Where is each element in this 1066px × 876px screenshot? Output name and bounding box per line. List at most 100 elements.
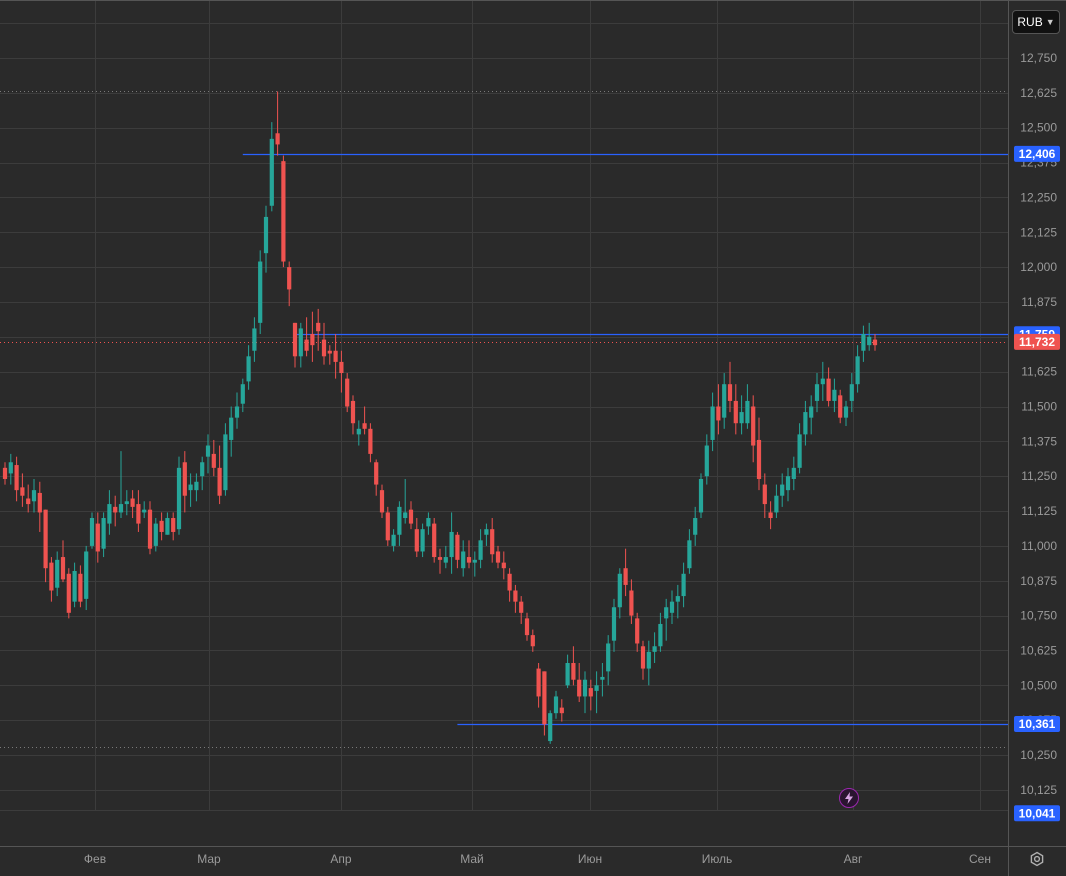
candle-body	[194, 481, 199, 491]
candle-body	[524, 618, 530, 636]
candle-body	[211, 453, 216, 468]
time-axis-label: Фев	[84, 852, 106, 866]
time-axis-label: Июль	[702, 852, 733, 866]
candle-body	[414, 529, 419, 552]
candle	[861, 325, 866, 362]
candle	[600, 662, 605, 697]
candle-body	[31, 490, 37, 502]
candle	[472, 551, 477, 577]
candle-body	[669, 601, 675, 613]
currency-label: RUB	[1017, 15, 1043, 29]
candle	[420, 523, 425, 558]
candle-body	[466, 557, 472, 563]
level-price-tag: 10,041	[1014, 805, 1060, 822]
candle-body	[681, 573, 686, 597]
price-axis-label: 12,750	[1020, 51, 1057, 65]
candle	[838, 389, 843, 424]
candle	[640, 640, 646, 680]
candle	[310, 311, 315, 362]
candle-body	[298, 328, 303, 357]
candle	[536, 662, 541, 708]
candle	[768, 501, 773, 530]
candle-body	[275, 133, 280, 145]
candle-body	[240, 384, 245, 404]
candle-body	[739, 412, 744, 424]
candle-body	[374, 462, 379, 485]
candle-body	[606, 643, 611, 672]
candle-body	[188, 484, 193, 491]
candle	[78, 565, 83, 608]
candle-body	[600, 676, 605, 680]
candle	[246, 345, 251, 390]
horizontal-levels[interactable]	[242, 153, 1008, 726]
time-axis-label: Апр	[330, 852, 352, 866]
candle	[855, 345, 860, 393]
candle-body	[385, 512, 390, 541]
time-axis-label: Май	[460, 852, 484, 866]
candle-body	[350, 400, 356, 424]
candle-body	[710, 406, 715, 440]
event-marker-button[interactable]	[839, 788, 859, 808]
candle-body	[37, 492, 42, 513]
candle-body	[571, 662, 576, 680]
candle-body	[530, 635, 535, 647]
candle	[797, 423, 802, 474]
candle	[646, 640, 651, 686]
candle-body	[664, 607, 669, 619]
candle	[698, 473, 704, 519]
candle	[84, 545, 89, 611]
candle	[611, 598, 617, 652]
candle-body	[838, 395, 843, 418]
candle	[530, 629, 535, 652]
currency-selector-button[interactable]: RUB ▼	[1012, 10, 1060, 34]
candle	[495, 545, 501, 569]
candle-body	[182, 462, 187, 496]
candle-body	[49, 562, 54, 591]
chart-settings-button[interactable]	[1026, 848, 1048, 870]
candle-body	[716, 406, 721, 421]
candle	[449, 512, 454, 574]
level-price-tag: 10,361	[1014, 716, 1060, 733]
candle	[252, 317, 257, 362]
candle	[716, 384, 721, 435]
candle	[223, 423, 228, 496]
candle-body	[861, 334, 866, 351]
candle	[658, 612, 663, 652]
candle-body	[623, 568, 628, 585]
candle	[501, 551, 506, 580]
candle-body	[14, 465, 19, 491]
candle-body	[490, 529, 495, 555]
candle-body	[165, 518, 170, 535]
candle	[565, 654, 570, 689]
candle-body	[118, 504, 124, 513]
candle-body	[269, 138, 274, 206]
candle	[751, 395, 756, 463]
candle-body	[258, 261, 263, 323]
candle-body	[432, 523, 437, 558]
candle	[339, 350, 344, 393]
candle-body	[89, 518, 95, 546]
candle-body	[234, 406, 240, 418]
candle-body	[675, 596, 680, 602]
price-axis-label: 10,125	[1020, 783, 1057, 797]
candle-body	[420, 529, 425, 552]
candle	[403, 478, 408, 524]
candle-body	[797, 434, 802, 468]
price-axis-label: 12,125	[1020, 225, 1057, 239]
candle-body	[849, 384, 854, 401]
price-axis-label: 10,250	[1020, 748, 1057, 762]
time-axis[interactable]: Фев Мар Апр Май Июн Июль Авг Сен	[84, 852, 991, 866]
price-chart[interactable]: 12,750 12,625 12,500 12,375 12,250 12,125 12,0…	[0, 0, 1066, 876]
candle-body	[2, 467, 8, 479]
candle-body	[171, 518, 176, 532]
candle	[681, 562, 686, 608]
candle	[118, 451, 124, 519]
candle-body	[635, 618, 640, 644]
candle	[809, 395, 814, 435]
candle-body	[553, 696, 559, 714]
chart-canvas[interactable]: 12,75012,62512,50012,37512,25012,12512,0…	[0, 0, 1066, 876]
candle	[542, 671, 547, 736]
candle-body	[519, 601, 524, 613]
candle	[635, 612, 640, 652]
candle-body	[327, 350, 332, 354]
